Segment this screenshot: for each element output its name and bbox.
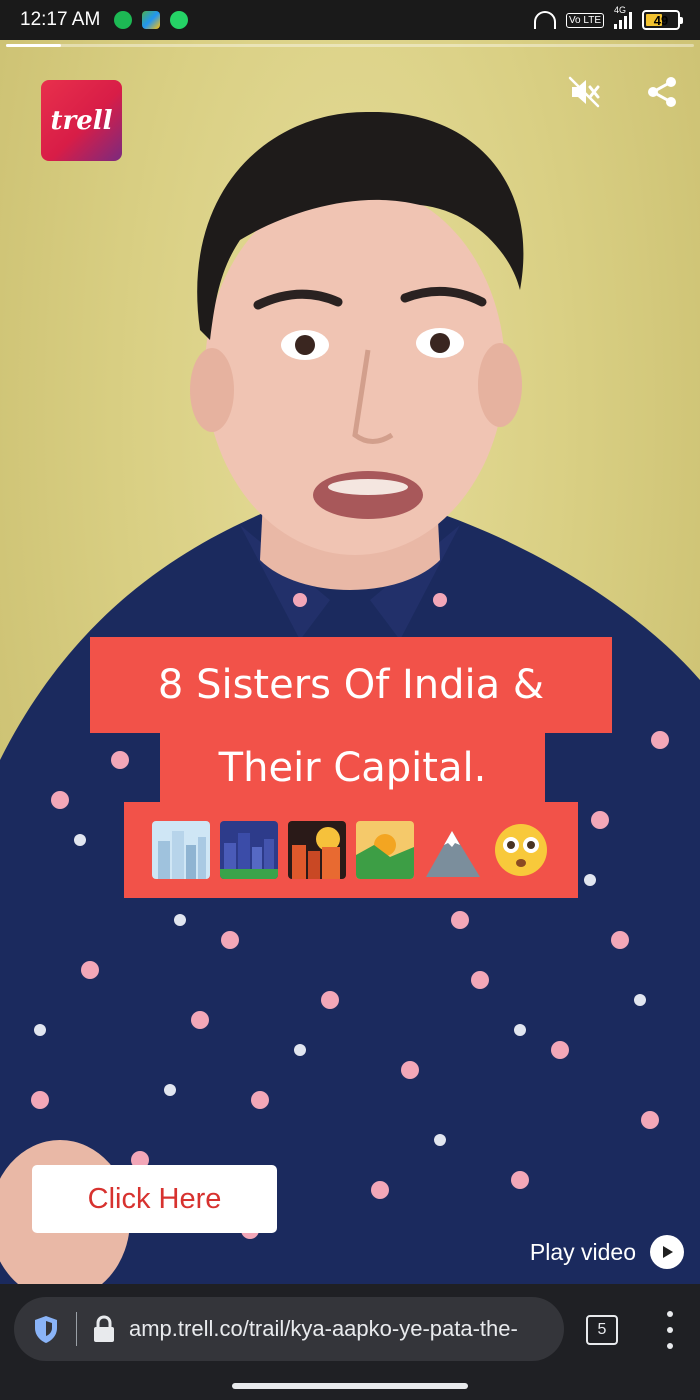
whatsapp-icon bbox=[170, 11, 189, 29]
mute-icon[interactable] bbox=[562, 70, 606, 114]
battery-icon: 49 bbox=[642, 10, 683, 30]
tab-switcher-button[interactable]: 5 bbox=[586, 1315, 618, 1345]
signal-icon: 4G bbox=[614, 5, 632, 29]
caption-line-2: Their Capital. bbox=[160, 733, 545, 803]
more-options-icon[interactable] bbox=[658, 1311, 682, 1349]
city-dusk-emoji-icon bbox=[288, 821, 346, 879]
system-icons: Vo LTE 4G 49 bbox=[533, 5, 683, 30]
headset-icon bbox=[533, 11, 556, 29]
url-text[interactable]: amp.trell.co/trail/kya-aapko-ye-pata-the… bbox=[129, 1316, 518, 1342]
night-city-emoji-icon bbox=[220, 821, 278, 879]
cityscape-emoji-icon bbox=[152, 821, 210, 879]
play-video-button[interactable]: Play video bbox=[530, 1235, 684, 1269]
spotify-icon bbox=[114, 11, 133, 29]
play-video-label: Play video bbox=[529, 1238, 636, 1265]
browser-toolbar: amp.trell.co/trail/kya-aapko-ye-pata-the… bbox=[0, 1284, 700, 1400]
volte-badge: Vo LTE bbox=[565, 12, 604, 28]
status-time: 12:17 AM bbox=[20, 9, 101, 30]
address-bar[interactable]: amp.trell.co/trail/kya-aapko-ye-pata-the… bbox=[14, 1297, 564, 1361]
trell-logo[interactable]: trell bbox=[41, 80, 122, 161]
play-icon bbox=[650, 1235, 684, 1269]
address-bar-divider bbox=[76, 1312, 77, 1346]
video-player[interactable]: trell 8 Sisters Of India & Their Capital… bbox=[0, 40, 700, 1284]
caption-emoji-row bbox=[124, 802, 578, 898]
gallery-icon bbox=[142, 11, 161, 29]
sunrise-over-mountains-emoji-icon bbox=[356, 821, 414, 879]
share-icon[interactable] bbox=[640, 70, 684, 114]
flushed-face-emoji-icon bbox=[492, 821, 550, 879]
status-bar: 12:17 AM Vo LTE 4G 49 bbox=[0, 0, 700, 40]
click-here-button[interactable]: Click Here bbox=[32, 1165, 277, 1233]
lock-icon[interactable] bbox=[93, 1315, 115, 1343]
notification-icons bbox=[114, 11, 189, 29]
screen: 12:17 AM Vo LTE 4G 49 trell 8 Sisters Of… bbox=[0, 0, 700, 1400]
caption-line-1: 8 Sisters Of India & bbox=[90, 637, 612, 733]
shield-icon[interactable] bbox=[32, 1314, 60, 1344]
snow-capped-mountain-emoji-icon bbox=[424, 821, 482, 879]
home-indicator[interactable] bbox=[232, 1383, 468, 1389]
network-type: 4G bbox=[614, 5, 627, 15]
battery-level: 49 bbox=[653, 12, 669, 28]
